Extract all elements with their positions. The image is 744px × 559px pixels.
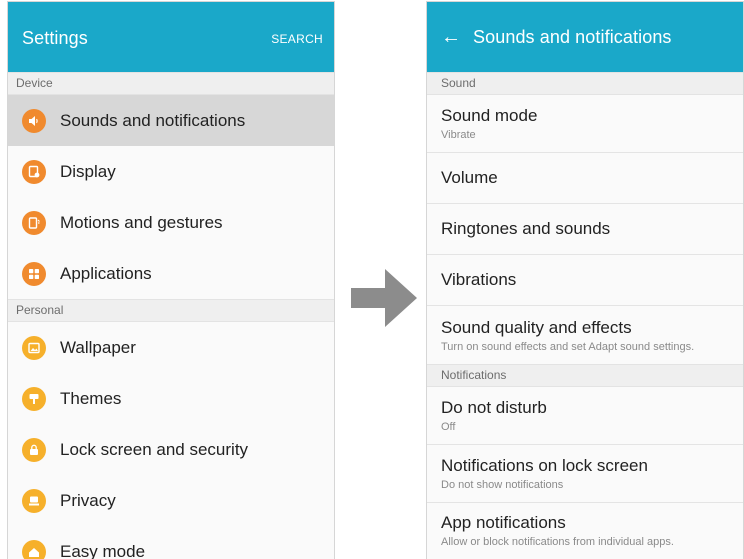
section-header-notifications: Notifications	[427, 364, 743, 387]
right-arrow-icon	[351, 269, 417, 327]
wallpaper-icon	[22, 335, 46, 360]
setting-label: Vibrations	[441, 270, 517, 289]
settings-screen: Settings SEARCH Device Sounds and notifi…	[8, 2, 334, 559]
privacy-icon	[22, 488, 46, 513]
settings-item-label: Privacy	[60, 490, 116, 510]
setting-label: Do not disturb	[441, 398, 547, 417]
setting-label: Sound mode	[441, 106, 538, 125]
setting-notifications-on-lock-screen[interactable]: Notifications on lock screen Do not show…	[427, 445, 743, 503]
settings-title: Settings	[22, 27, 88, 48]
sounds-title: Sounds and notifications	[473, 26, 672, 47]
settings-item-privacy[interactable]: Privacy	[8, 475, 334, 526]
settings-item-label: Easy mode	[60, 541, 146, 559]
setting-ringtones-and-sounds[interactable]: Ringtones and sounds	[427, 204, 743, 255]
settings-item-label: Motions and gestures	[60, 212, 223, 232]
home-icon	[22, 539, 46, 559]
setting-app-notifications[interactable]: App notifications Allow or block notific…	[427, 503, 743, 548]
setting-sound-mode[interactable]: Sound mode Vibrate	[427, 95, 743, 153]
setting-description: Turn on sound effects and set Adapt soun…	[441, 340, 695, 353]
section-header-personal: Personal	[8, 299, 334, 322]
settings-item-label: Wallpaper	[60, 337, 136, 357]
setting-label: Ringtones and sounds	[441, 219, 611, 238]
settings-item-display[interactable]: Display	[8, 146, 334, 197]
settings-item-sounds-and-notifications[interactable]: Sounds and notifications	[8, 95, 334, 146]
settings-item-easy-mode[interactable]: Easy mode	[8, 526, 334, 559]
settings-item-label: Themes	[60, 388, 122, 408]
settings-app-bar: Settings SEARCH	[8, 2, 334, 72]
themes-icon	[22, 386, 46, 411]
settings-item-label: Display	[60, 161, 116, 181]
setting-label: Sound quality and effects	[441, 317, 632, 337]
setting-do-not-disturb[interactable]: Do not disturb Off	[427, 387, 743, 445]
setting-value: Vibrate	[441, 129, 476, 141]
setting-value: Do not show notifications	[441, 479, 564, 491]
apps-icon	[22, 261, 46, 286]
section-header-sound: Sound	[427, 72, 743, 95]
setting-sound-quality-and-effects[interactable]: Sound quality and effects Turn on sound …	[427, 306, 743, 364]
setting-label: Notifications on lock screen	[441, 456, 648, 475]
settings-item-themes[interactable]: Themes	[8, 373, 334, 424]
volume-icon	[22, 108, 46, 133]
settings-item-lock-screen-and-security[interactable]: Lock screen and security	[8, 424, 334, 475]
settings-item-wallpaper[interactable]: Wallpaper	[8, 322, 334, 373]
back-arrow-icon[interactable]: ←	[441, 27, 461, 47]
setting-volume[interactable]: Volume	[427, 153, 743, 204]
section-header-device: Device	[8, 72, 334, 95]
setting-vibrations[interactable]: Vibrations	[427, 255, 743, 306]
setting-description: Allow or block notifications from indivi…	[441, 536, 674, 548]
settings-item-applications[interactable]: Applications	[8, 248, 334, 299]
settings-item-label: Sounds and notifications	[60, 110, 246, 130]
settings-item-motions-and-gestures[interactable]: Motions and gestures	[8, 197, 334, 248]
sounds-and-notifications-screen: ← Sounds and notifications Sound Sound m…	[427, 2, 743, 559]
setting-value: Off	[441, 421, 456, 433]
settings-item-label: Applications	[60, 263, 152, 283]
lock-icon	[22, 437, 46, 462]
search-button[interactable]: SEARCH	[271, 32, 323, 46]
motion-icon	[22, 210, 46, 235]
setting-label: Volume	[441, 168, 498, 187]
setting-label: App notifications	[441, 513, 566, 532]
display-icon	[22, 159, 46, 184]
sounds-app-bar: ← Sounds and notifications	[427, 2, 743, 72]
settings-item-label: Lock screen and security	[60, 439, 249, 459]
